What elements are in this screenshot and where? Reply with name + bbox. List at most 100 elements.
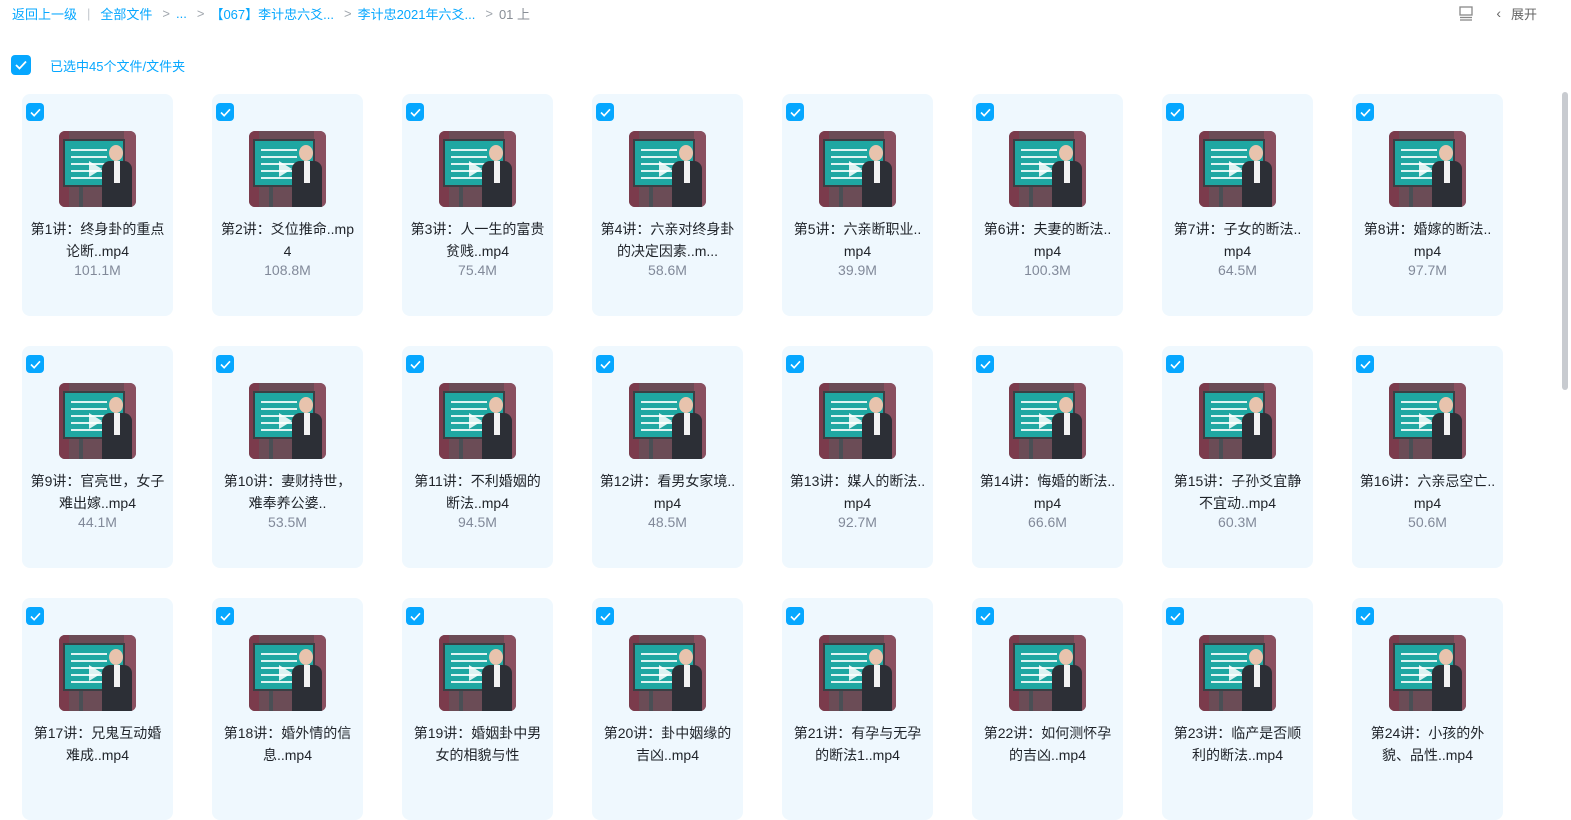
video-thumbnail[interactable] [819, 383, 896, 459]
file-name[interactable]: 第9讲：官亮世，女子难出嫁..mp4 [28, 470, 167, 514]
file-checkbox[interactable] [1356, 103, 1374, 121]
file-checkbox[interactable] [1356, 355, 1374, 373]
file-name[interactable]: 第7讲：子女的断法..mp4 [1168, 218, 1307, 262]
file-checkbox[interactable] [1356, 607, 1374, 625]
expand-button[interactable]: 展开 [1511, 4, 1537, 23]
video-thumbnail[interactable] [249, 383, 326, 459]
file-name[interactable]: 第16讲：六亲忌空亡..mp4 [1358, 470, 1497, 514]
video-thumbnail[interactable] [629, 383, 706, 459]
file-name[interactable]: 第22讲：如何测怀孕的吉凶..mp4 [978, 722, 1117, 766]
file-checkbox[interactable] [1166, 607, 1184, 625]
file-card[interactable]: 第2讲：爻位推命..mp4 108.8M [212, 94, 363, 316]
file-name[interactable]: 第2讲：爻位推命..mp4 [218, 218, 357, 262]
file-card[interactable]: 第23讲：临产是否顺利的断法..mp4 [1162, 598, 1313, 820]
file-checkbox[interactable] [26, 607, 44, 625]
file-checkbox[interactable] [406, 355, 424, 373]
scrollbar[interactable] [1562, 92, 1568, 390]
video-thumbnail[interactable] [629, 635, 706, 711]
video-thumbnail[interactable] [1389, 635, 1466, 711]
file-card[interactable]: 第24讲：小孩的外貌、品性..mp4 [1352, 598, 1503, 820]
file-name[interactable]: 第20讲：卦中姻缘的吉凶..mp4 [598, 722, 737, 766]
video-thumbnail[interactable] [1389, 383, 1466, 459]
file-card[interactable]: 第18讲：婚外情的信息..mp4 [212, 598, 363, 820]
file-card[interactable]: 第4讲：六亲对终身卦的决定因素..m... 58.6M [592, 94, 743, 316]
file-card[interactable]: 第22讲：如何测怀孕的吉凶..mp4 [972, 598, 1123, 820]
file-checkbox[interactable] [406, 103, 424, 121]
file-card[interactable]: 第15讲：子孙爻宜静不宜动..mp4 60.3M [1162, 346, 1313, 568]
file-checkbox[interactable] [216, 103, 234, 121]
video-thumbnail[interactable] [1199, 383, 1276, 459]
video-thumbnail[interactable] [439, 383, 516, 459]
file-checkbox[interactable] [26, 103, 44, 121]
file-checkbox[interactable] [406, 607, 424, 625]
file-card[interactable]: 第5讲：六亲断职业..mp4 39.9M [782, 94, 933, 316]
file-checkbox[interactable] [26, 355, 44, 373]
file-checkbox[interactable] [786, 607, 804, 625]
file-checkbox[interactable] [976, 103, 994, 121]
file-name[interactable]: 第4讲：六亲对终身卦的决定因素..m... [598, 218, 737, 262]
file-checkbox[interactable] [1166, 103, 1184, 121]
video-thumbnail[interactable] [819, 131, 896, 207]
video-thumbnail[interactable] [819, 635, 896, 711]
file-name[interactable]: 第13讲：媒人的断法..mp4 [788, 470, 927, 514]
file-checkbox[interactable] [216, 607, 234, 625]
file-card[interactable]: 第20讲：卦中姻缘的吉凶..mp4 [592, 598, 743, 820]
breadcrumb-folder-2[interactable]: 李计忠2021年六爻... [358, 4, 476, 23]
video-thumbnail[interactable] [59, 131, 136, 207]
video-thumbnail[interactable] [439, 131, 516, 207]
file-name[interactable]: 第12讲：看男女家境..mp4 [598, 470, 737, 514]
file-name[interactable]: 第3讲：人一生的富贵贫贱..mp4 [408, 218, 547, 262]
file-name[interactable]: 第10讲：妻财持世，难奉养公婆.. [218, 470, 357, 514]
video-thumbnail[interactable] [1199, 131, 1276, 207]
file-name[interactable]: 第24讲：小孩的外貌、品性..mp4 [1358, 722, 1497, 766]
file-card[interactable]: 第21讲：有孕与无孕的断法1..mp4 [782, 598, 933, 820]
file-card[interactable]: 第3讲：人一生的富贵贫贱..mp4 75.4M [402, 94, 553, 316]
file-checkbox[interactable] [786, 355, 804, 373]
file-name[interactable]: 第23讲：临产是否顺利的断法..mp4 [1168, 722, 1307, 766]
file-card[interactable]: 第6讲：夫妻的断法..mp4 100.3M [972, 94, 1123, 316]
video-thumbnail[interactable] [59, 383, 136, 459]
file-checkbox[interactable] [596, 355, 614, 373]
file-checkbox[interactable] [1166, 355, 1184, 373]
file-name[interactable]: 第21讲：有孕与无孕的断法1..mp4 [788, 722, 927, 766]
file-checkbox[interactable] [976, 607, 994, 625]
file-name[interactable]: 第14讲：悔婚的断法..mp4 [978, 470, 1117, 514]
file-card[interactable]: 第19讲：婚姻卦中男女的相貌与性 [402, 598, 553, 820]
video-thumbnail[interactable] [249, 131, 326, 207]
file-checkbox[interactable] [596, 607, 614, 625]
video-thumbnail[interactable] [1009, 131, 1086, 207]
file-checkbox[interactable] [976, 355, 994, 373]
file-checkbox[interactable] [596, 103, 614, 121]
file-name[interactable]: 第5讲：六亲断职业..mp4 [788, 218, 927, 262]
file-card[interactable]: 第9讲：官亮世，女子难出嫁..mp4 44.1M [22, 346, 173, 568]
file-checkbox[interactable] [216, 355, 234, 373]
select-all-checkbox[interactable] [11, 55, 31, 75]
file-card[interactable]: 第17讲：兄鬼互动婚难成..mp4 [22, 598, 173, 820]
breadcrumb-folder-1[interactable]: 【067】李计忠六爻... [210, 4, 334, 23]
video-thumbnail[interactable] [1389, 131, 1466, 207]
list-view-icon[interactable] [1458, 5, 1474, 21]
video-thumbnail[interactable] [629, 131, 706, 207]
file-name[interactable]: 第8讲：婚嫁的断法..mp4 [1358, 218, 1497, 262]
file-card[interactable]: 第10讲：妻财持世，难奉养公婆.. 53.5M [212, 346, 363, 568]
file-card[interactable]: 第12讲：看男女家境..mp4 48.5M [592, 346, 743, 568]
file-name[interactable]: 第17讲：兄鬼互动婚难成..mp4 [28, 722, 167, 766]
video-thumbnail[interactable] [1009, 383, 1086, 459]
file-card[interactable]: 第13讲：媒人的断法..mp4 92.7M [782, 346, 933, 568]
video-thumbnail[interactable] [59, 635, 136, 711]
file-name[interactable]: 第11讲：不利婚姻的断法..mp4 [408, 470, 547, 514]
file-name[interactable]: 第1讲：终身卦的重点论断..mp4 [28, 218, 167, 262]
file-card[interactable]: 第16讲：六亲忌空亡..mp4 50.6M [1352, 346, 1503, 568]
file-card[interactable]: 第8讲：婚嫁的断法..mp4 97.7M [1352, 94, 1503, 316]
file-card[interactable]: 第11讲：不利婚姻的断法..mp4 94.5M [402, 346, 553, 568]
file-name[interactable]: 第6讲：夫妻的断法..mp4 [978, 218, 1117, 262]
video-thumbnail[interactable] [439, 635, 516, 711]
breadcrumb-all-files[interactable]: 全部文件 [100, 4, 152, 23]
file-name[interactable]: 第15讲：子孙爻宜静不宜动..mp4 [1168, 470, 1307, 514]
file-card[interactable]: 第1讲：终身卦的重点论断..mp4 101.1M [22, 94, 173, 316]
file-name[interactable]: 第18讲：婚外情的信息..mp4 [218, 722, 357, 766]
video-thumbnail[interactable] [249, 635, 326, 711]
chevron-left-icon[interactable]: ‹ [1496, 5, 1501, 21]
file-card[interactable]: 第7讲：子女的断法..mp4 64.5M [1162, 94, 1313, 316]
video-thumbnail[interactable] [1009, 635, 1086, 711]
